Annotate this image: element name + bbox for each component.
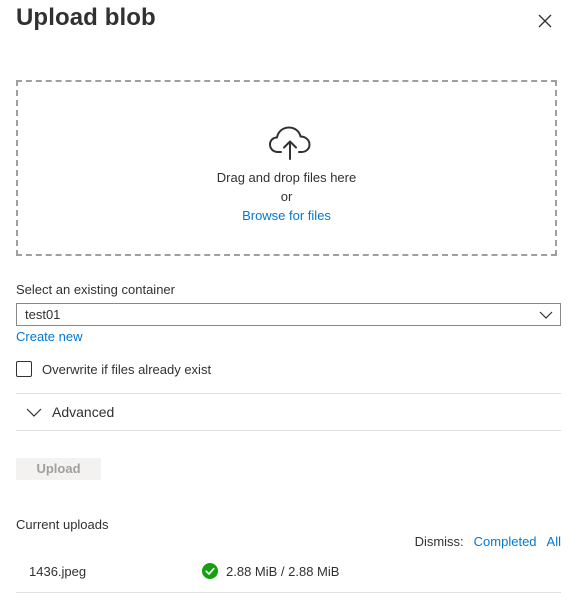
upload-size-progress: 2.88 MiB / 2.88 MiB	[226, 563, 340, 579]
advanced-label: Advanced	[52, 404, 115, 420]
current-uploads-heading: Current uploads	[16, 517, 109, 532]
dismiss-all-link[interactable]: All	[547, 534, 561, 549]
file-drop-zone[interactable]: Drag and drop files here or Browse for f…	[16, 80, 557, 256]
divider	[16, 430, 561, 431]
container-select-value: test01	[25, 307, 61, 322]
browse-files-link[interactable]: Browse for files	[18, 208, 555, 223]
upload-file-name: 1436.jpeg	[29, 564, 87, 579]
chevron-down-icon	[539, 311, 553, 319]
overwrite-checkbox[interactable]	[16, 361, 32, 377]
dismiss-controls: Dismiss: Completed All	[415, 534, 561, 549]
close-button[interactable]	[533, 9, 557, 33]
upload-button[interactable]: Upload	[16, 458, 101, 480]
chevron-down-icon	[26, 408, 42, 417]
upload-status: 2.88 MiB / 2.88 MiB	[202, 563, 339, 579]
drop-or-text: or	[280, 189, 293, 204]
success-check-icon	[202, 563, 218, 579]
overwrite-option[interactable]: Overwrite if files already exist	[16, 359, 211, 379]
dismiss-label: Dismiss:	[414, 534, 464, 549]
drop-instructions: Drag and drop files here	[216, 170, 357, 185]
dismiss-completed-link[interactable]: Completed	[474, 534, 537, 549]
create-new-container-link[interactable]: Create new	[16, 329, 82, 344]
panel-title: Upload blob	[16, 4, 156, 31]
container-select[interactable]: test01	[16, 303, 561, 326]
divider	[16, 592, 561, 593]
close-icon	[538, 14, 552, 28]
container-select-label: Select an existing container	[16, 282, 175, 297]
advanced-section-toggle[interactable]: Advanced	[16, 394, 561, 430]
overwrite-label: Overwrite if files already exist	[42, 361, 212, 377]
cloud-upload-icon	[269, 126, 311, 160]
